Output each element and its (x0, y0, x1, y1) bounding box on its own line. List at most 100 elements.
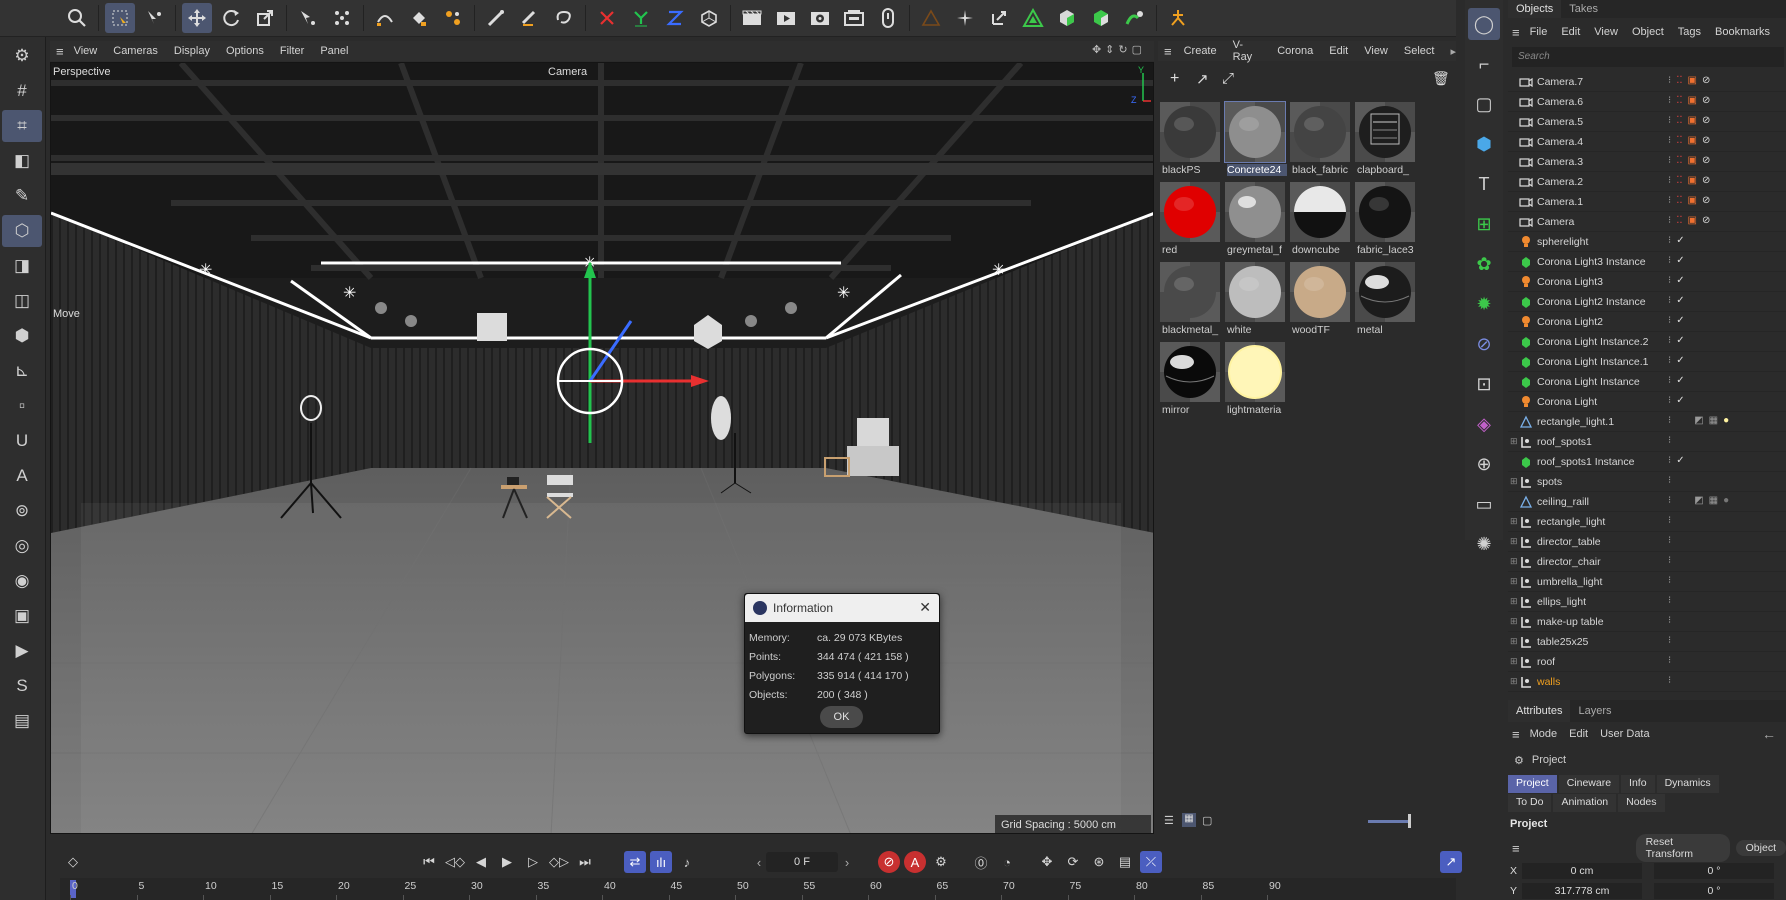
material-swatch[interactable]: blackPS (1160, 102, 1220, 182)
layer-dots-icon[interactable]: ⁝ (1668, 575, 1671, 586)
move-icon[interactable] (182, 3, 212, 33)
tab-attributes[interactable]: Attributes (1508, 700, 1571, 722)
texture-mode-icon[interactable]: ◧ (2, 145, 42, 177)
grey-material-tag-icon[interactable]: ● (1723, 495, 1729, 506)
character-icon[interactable] (1163, 3, 1193, 33)
render-region-icon[interactable]: ▣ (2, 600, 42, 632)
light-material-tag-icon[interactable]: ● (1723, 415, 1729, 426)
material-swatch[interactable]: red (1160, 182, 1220, 262)
attr-tab-todo[interactable]: To Do (1508, 794, 1552, 812)
expand-icon[interactable]: ⊞ (1508, 576, 1518, 587)
expand-icon[interactable]: ⊞ (1508, 476, 1518, 487)
sound-icon[interactable]: ♪ (676, 851, 698, 873)
material-swatch[interactable]: white (1225, 262, 1285, 342)
layer-dots-icon[interactable]: ⁝ (1668, 155, 1671, 166)
viewport-menu-view[interactable]: View (74, 45, 98, 57)
render-picture-viewer-icon[interactable] (771, 3, 801, 33)
object-row[interactable]: spherelight ⁝ ✓ (1508, 232, 1786, 252)
script-icon[interactable]: S (2, 670, 42, 702)
autokey-icon[interactable]: A (904, 851, 926, 873)
material-menu-vray[interactable]: V-Ray (1233, 39, 1262, 63)
disabled-icon[interactable]: ⊘ (1702, 155, 1710, 166)
object-row[interactable]: ⊞ ellips_light ⁝ (1508, 592, 1786, 612)
attributes-menu-mode[interactable]: Mode (1530, 728, 1558, 740)
current-frame-field[interactable]: 0 F (766, 852, 838, 872)
attributes-menu-edit[interactable]: Edit (1569, 728, 1588, 740)
visibility-icon[interactable]: ⁚⁚ (1676, 195, 1682, 206)
checkmark-icon[interactable]: ✓ (1676, 335, 1684, 346)
rectangle-icon[interactable]: ▢ (1468, 88, 1500, 120)
layer-dots-icon[interactable]: ⁝ (1668, 255, 1671, 266)
checkmark-icon[interactable]: ✓ (1676, 315, 1684, 326)
material-menu-select[interactable]: Select (1404, 45, 1435, 57)
apply-material-icon[interactable]: ↗ (1196, 70, 1209, 88)
sparkle-icon[interactable] (950, 3, 980, 33)
material-swatch[interactable]: clapboard_ (1355, 102, 1415, 182)
fcurve-icon[interactable]: ↗ (1440, 851, 1462, 873)
axis-y-lock-icon[interactable] (626, 3, 656, 33)
object-row[interactable]: ⊞ roof_spots1 ⁝ (1508, 432, 1786, 452)
uv-mode-icon[interactable]: ▫ (2, 390, 42, 422)
play-icon[interactable]: ▶ (496, 851, 518, 873)
model-mode-icon[interactable]: ⬡ (2, 215, 42, 247)
folder-icon[interactable]: ▤ (2, 705, 42, 737)
camera-tag-icon[interactable]: ▣ (1688, 75, 1697, 86)
object-row[interactable]: ⊞ roof ⁝ (1508, 652, 1786, 672)
axis-mode-icon[interactable]: ⊾ (2, 355, 42, 387)
tab-objects[interactable]: Objects (1508, 0, 1562, 18)
brush-icon[interactable] (481, 3, 511, 33)
material-swatch[interactable]: metal (1355, 262, 1415, 342)
settings-circle-icon[interactable]: ⊚ (2, 495, 42, 527)
camera-tag-icon[interactable]: ▣ (1688, 175, 1697, 186)
hamburger-icon[interactable]: ≡ (1164, 44, 1172, 59)
knife-icon[interactable] (438, 3, 468, 33)
objects-menu-file[interactable]: File (1530, 26, 1548, 38)
scale-icon[interactable] (250, 3, 280, 33)
viewport-menu-options[interactable]: Options (226, 45, 264, 57)
material-swatch[interactable]: mirror (1160, 342, 1220, 422)
eye-icon[interactable]: ◉ (2, 565, 42, 597)
layer-dots-icon[interactable]: ⁝ (1668, 615, 1671, 626)
magnet-icon[interactable]: U (2, 425, 42, 457)
checkmark-icon[interactable]: ✓ (1676, 395, 1684, 406)
object-row[interactable]: Corona Light3 Instance ⁝ ✓ (1508, 252, 1786, 272)
pick-material-icon[interactable]: ⤢ (1222, 70, 1234, 87)
disabled-icon[interactable]: ⊘ (1702, 175, 1710, 186)
layer-dots-icon[interactable]: ⁝ (1668, 555, 1671, 566)
checkmark-icon[interactable]: ✓ (1676, 355, 1684, 366)
effector-icon[interactable]: ✹ (1468, 288, 1500, 320)
cube-icon[interactable] (1052, 3, 1082, 33)
pen-tool-icon[interactable]: ✎ (2, 180, 42, 212)
layer-dots-icon[interactable]: ⁝ (1668, 435, 1671, 446)
environment-icon[interactable]: ⊕ (1468, 448, 1500, 480)
more-arrow-icon[interactable]: ▸ (1450, 45, 1456, 58)
play-layout-icon[interactable]: ▶ (2, 635, 42, 667)
material-menu-corona[interactable]: Corona (1277, 45, 1313, 57)
layer-dots-icon[interactable]: ⁝ (1668, 595, 1671, 606)
render-view-icon[interactable] (737, 3, 767, 33)
disabled-icon[interactable]: ⊘ (1702, 95, 1710, 106)
loop-icon[interactable]: ⇄ (624, 851, 646, 873)
object-row[interactable]: Corona Light3 ⁝ ✓ (1508, 272, 1786, 292)
bend-icon[interactable] (370, 3, 400, 33)
solo-icon[interactable]: ◎ (2, 530, 42, 562)
material-swatch[interactable]: woodTF (1290, 262, 1350, 342)
workplane-icon[interactable]: ⌗ (2, 110, 42, 142)
3d-viewport[interactable]: ✳✳✳✳✳ (50, 62, 1154, 834)
layer-dots-icon[interactable]: ⁝ (1668, 355, 1671, 366)
material-swatch[interactable]: greymetal_f (1225, 182, 1285, 262)
text-icon[interactable]: T (1468, 168, 1500, 200)
material-menu-view[interactable]: View (1364, 45, 1388, 57)
expand-icon[interactable]: ⊞ (1508, 536, 1518, 547)
viewport-menu-cameras[interactable]: Cameras (113, 45, 158, 57)
checkmark-icon[interactable]: ✓ (1676, 255, 1684, 266)
go-to-end-icon[interactable]: ⏭ (574, 851, 596, 873)
volume-icon[interactable]: ◈ (1468, 408, 1500, 440)
material-tag-icon[interactable]: ◩ (1694, 415, 1703, 426)
rectangle-selection-icon[interactable] (105, 3, 135, 33)
polygon-mode-icon[interactable]: ◨ (2, 250, 42, 282)
triangle-green-icon[interactable] (1018, 3, 1048, 33)
object-row[interactable]: Corona Light2 ⁝ ✓ (1508, 312, 1786, 332)
objects-search-input[interactable]: Search (1512, 47, 1784, 67)
previous-frame-icon[interactable]: ◀ (470, 851, 492, 873)
